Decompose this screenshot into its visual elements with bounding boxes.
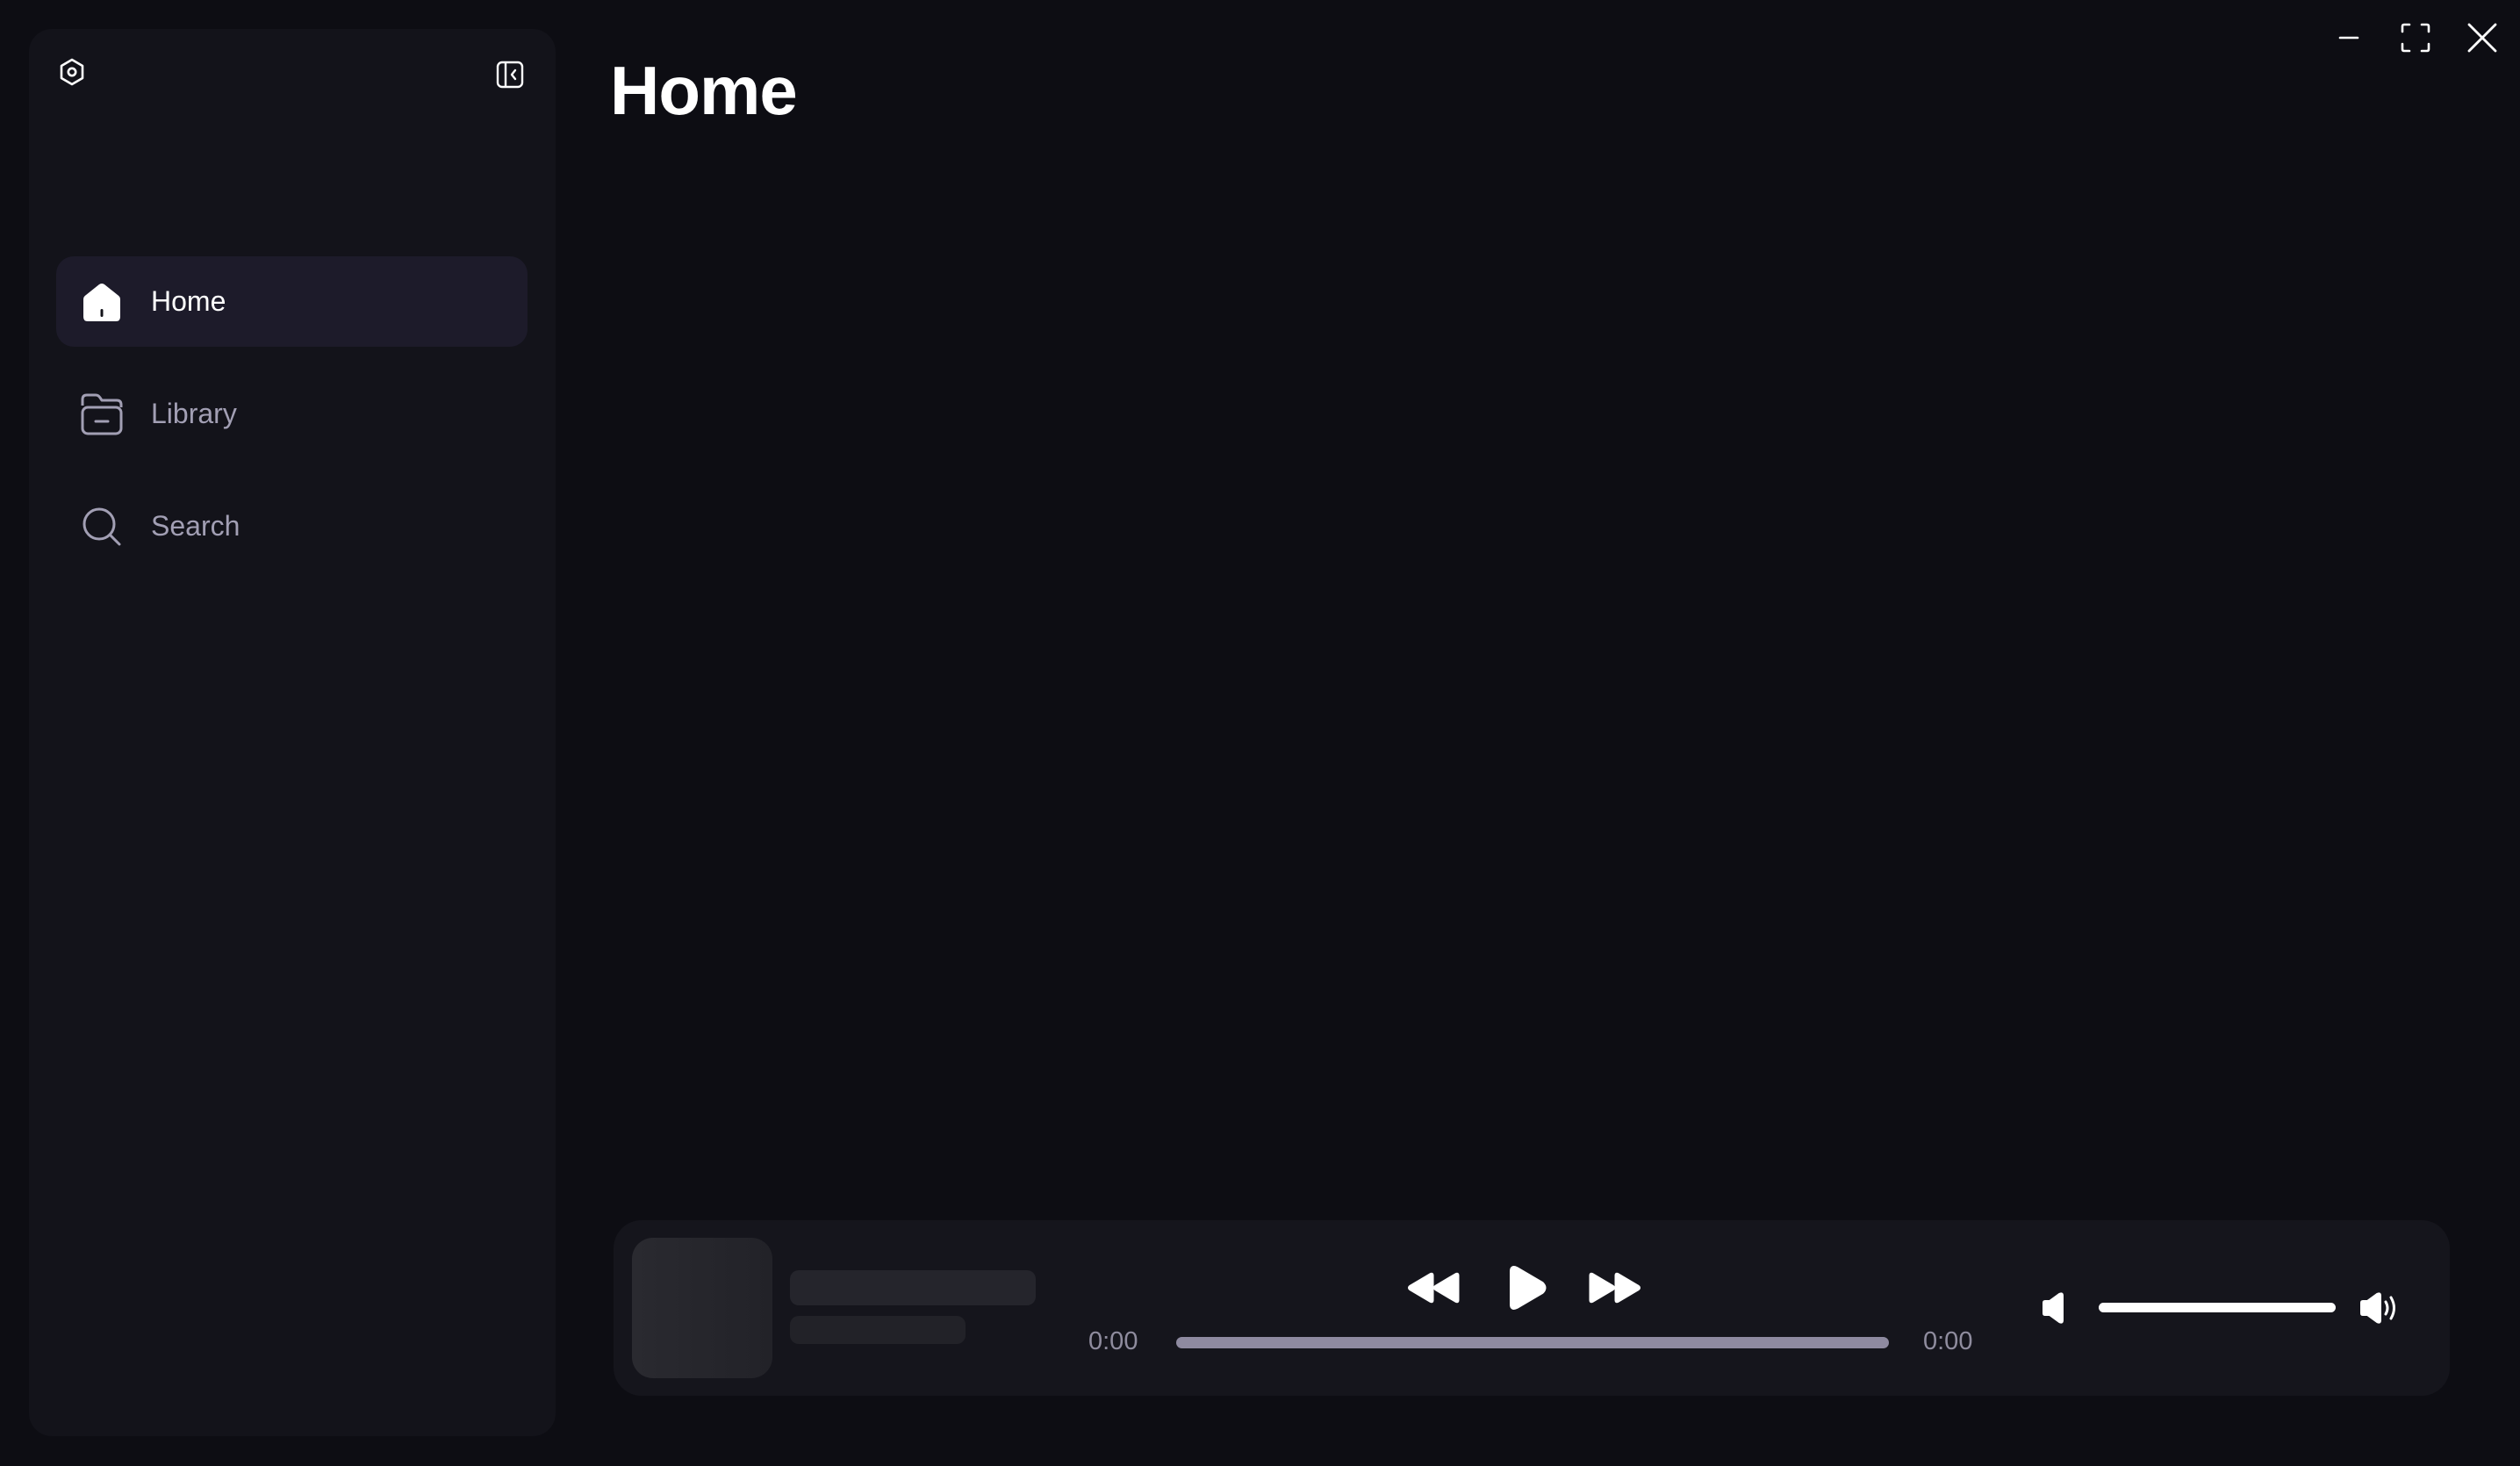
volume-slider[interactable]	[2099, 1303, 2336, 1312]
close-icon	[2467, 23, 2497, 53]
playback-controls	[1404, 1257, 1658, 1319]
track-artist-placeholder	[790, 1316, 966, 1344]
rewind-icon	[1408, 1272, 1460, 1304]
track-title-placeholder	[790, 1270, 1036, 1305]
progress-slider[interactable]	[1176, 1337, 1889, 1348]
folder-icon	[79, 392, 125, 437]
minimize-icon	[2338, 36, 2359, 40]
settings-hexagon-icon	[60, 58, 84, 86]
elapsed-time: 0:00	[1088, 1327, 1138, 1355]
volume-fill	[2099, 1303, 2336, 1312]
settings-button[interactable]	[51, 51, 93, 93]
sidebar-item-label: Search	[151, 510, 241, 542]
sidebar-item-label: Home	[151, 285, 226, 317]
play-button[interactable]	[1496, 1257, 1557, 1319]
page-title: Home	[610, 52, 798, 129]
collapse-sidebar-button[interactable]	[489, 54, 531, 96]
maximize-window-button[interactable]	[2394, 16, 2437, 60]
sidebar-item-library[interactable]: Library	[56, 369, 528, 459]
total-duration: 0:00	[1923, 1327, 1973, 1355]
volume-high-icon	[2360, 1292, 2395, 1324]
fast-forward-icon	[1589, 1272, 1641, 1304]
volume-low-icon	[2043, 1292, 2064, 1324]
minimize-window-button[interactable]	[2327, 16, 2371, 60]
maximize-icon	[2401, 23, 2430, 53]
sidebar-collapse-icon	[496, 61, 524, 89]
sidebar-nav: Home Library Search	[56, 256, 528, 593]
sidebar-item-search[interactable]: Search	[56, 481, 528, 571]
app-window: Home Library Search Home 0:00 0:00	[0, 0, 2520, 1466]
player-bar: 0:00 0:00	[614, 1220, 2450, 1396]
previous-track-button[interactable]	[1404, 1257, 1465, 1319]
volume-max-button[interactable]	[2354, 1282, 2407, 1334]
sidebar: Home Library Search	[29, 29, 556, 1436]
search-icon	[79, 504, 125, 550]
cover-art-placeholder	[632, 1238, 772, 1378]
next-track-button[interactable]	[1583, 1257, 1645, 1319]
home-icon	[79, 279, 125, 325]
close-window-button[interactable]	[2460, 16, 2504, 60]
play-icon	[1510, 1266, 1547, 1310]
sidebar-item-label: Library	[151, 398, 237, 429]
sidebar-item-home[interactable]: Home	[56, 256, 528, 347]
volume-mute-button[interactable]	[2028, 1282, 2081, 1334]
